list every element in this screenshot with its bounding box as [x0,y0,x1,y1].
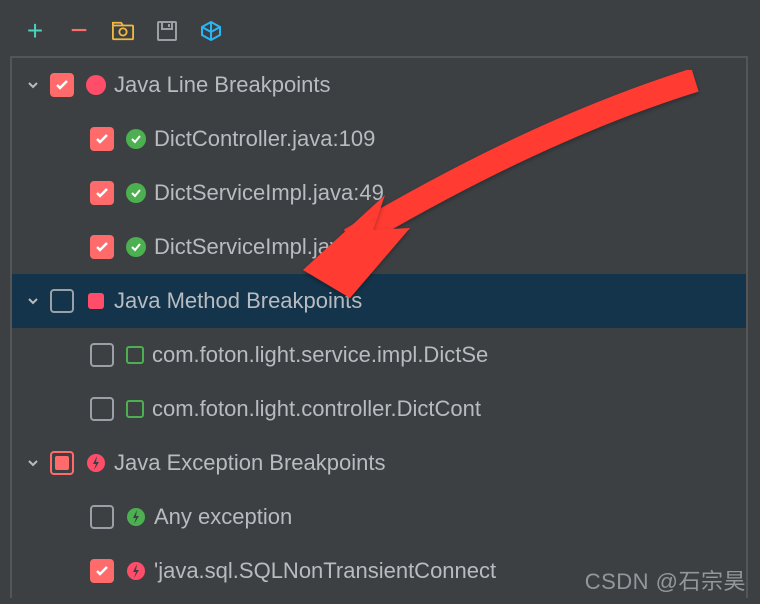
breakpoints-tree: Java Line Breakpoints DictController.jav… [10,56,748,598]
method-breakpoint-disabled-icon [126,400,144,418]
breakpoint-item[interactable]: DictServiceImpl.java:51 [12,220,746,274]
toolbar: + − [0,0,760,56]
package-icon[interactable] [200,20,222,42]
checkbox-partial[interactable] [50,451,74,475]
breakpoint-item[interactable]: DictServiceImpl.java:49 [12,166,746,220]
method-breakpoint-icon [86,291,106,311]
group-by-icon[interactable] [112,20,134,42]
verified-breakpoint-icon [126,237,146,257]
checkbox[interactable] [90,559,114,583]
exception-breakpoint-disabled-icon [126,507,146,527]
group-java-exception-breakpoints[interactable]: Java Exception Breakpoints [12,436,746,490]
exception-breakpoint-icon [126,561,146,581]
group-label: Java Exception Breakpoints [114,450,386,476]
verified-breakpoint-icon [126,183,146,203]
breakpoint-label: 'java.sql.SQLNonTransientConnect [154,558,496,584]
verified-breakpoint-icon [126,129,146,149]
breakpoint-item[interactable]: com.foton.light.service.impl.DictSe [12,328,746,382]
chevron-down-icon[interactable] [24,292,42,310]
breakpoint-item[interactable]: Any exception [12,490,746,544]
group-java-method-breakpoints[interactable]: Java Method Breakpoints [12,274,746,328]
checkbox[interactable] [90,127,114,151]
chevron-down-icon[interactable] [24,76,42,94]
group-label: Java Line Breakpoints [114,72,330,98]
breakpoint-item[interactable]: DictController.java:109 [12,112,746,166]
add-breakpoint-icon[interactable]: + [24,20,46,42]
line-breakpoint-icon [86,75,106,95]
breakpoint-label: com.foton.light.service.impl.DictSe [152,342,488,368]
breakpoint-label: com.foton.light.controller.DictCont [152,396,481,422]
breakpoint-item[interactable]: com.foton.light.controller.DictCont [12,382,746,436]
chevron-down-icon[interactable] [24,454,42,472]
checkbox[interactable] [90,343,114,367]
breakpoint-label: Any exception [154,504,292,530]
checkbox[interactable] [90,235,114,259]
checkbox[interactable] [50,73,74,97]
exception-breakpoint-icon [86,453,106,473]
breakpoint-label: DictController.java:109 [154,126,375,152]
group-java-line-breakpoints[interactable]: Java Line Breakpoints [12,58,746,112]
method-breakpoint-disabled-icon [126,346,144,364]
group-label: Java Method Breakpoints [114,288,362,314]
remove-breakpoint-icon[interactable]: − [68,20,90,42]
breakpoint-label: DictServiceImpl.java:49 [154,180,384,206]
breakpoint-label: DictServiceImpl.java:51 [154,234,384,260]
checkbox[interactable] [90,181,114,205]
view-options-icon[interactable] [156,20,178,42]
checkbox[interactable] [90,505,114,529]
checkbox[interactable] [50,289,74,313]
checkbox[interactable] [90,397,114,421]
watermark: CSDN @石宗昊 [585,564,746,596]
